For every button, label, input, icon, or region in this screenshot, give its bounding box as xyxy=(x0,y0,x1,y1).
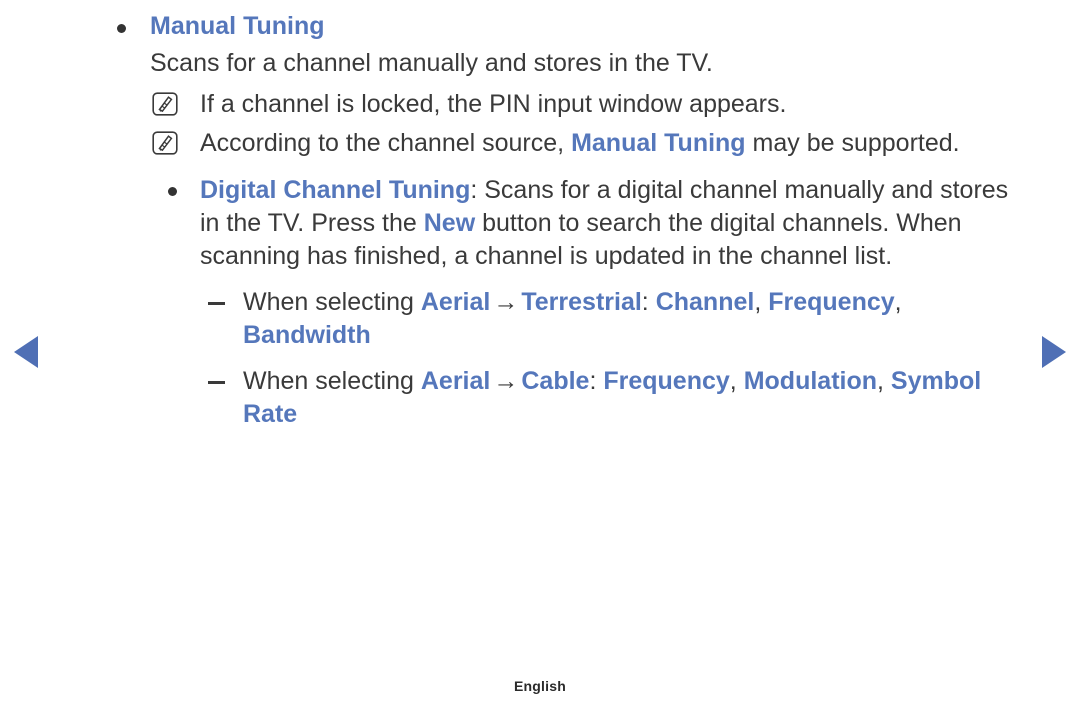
digital-channel-tuning-term: Digital Channel Tuning xyxy=(200,176,471,204)
next-page-arrow-icon[interactable] xyxy=(1042,336,1066,368)
sub-item-colon: : xyxy=(641,288,649,316)
section-description: Scans for a channel manually and stores … xyxy=(150,49,713,77)
sub-item-source-aerial: Aerial xyxy=(420,288,491,316)
manual-content: Manual Tuning Scans for a channel manual… xyxy=(108,8,1028,431)
section-heading-row: Manual Tuning xyxy=(108,8,1028,45)
sub-item-source-aerial: Aerial xyxy=(420,367,491,395)
dash-mark-icon xyxy=(208,381,225,384)
note-pencil-icon xyxy=(152,130,178,155)
sub-item-cable: When selecting Aerial → Cable: Frequency, … xyxy=(108,365,1028,431)
sub-item-field-modulation: Modulation xyxy=(743,367,878,395)
digital-emphasis-new: New xyxy=(423,209,476,237)
sub-item-prefix: When selecting xyxy=(243,367,421,395)
sub-item-field-bandwidth: Bandwidth xyxy=(243,321,371,349)
digital-channel-tuning-item: Digital Channel Tuning: Scans for a digi… xyxy=(108,174,1028,273)
sub-item-field-frequency: Frequency xyxy=(768,288,895,316)
note-text-after: may be supported. xyxy=(752,129,960,157)
note-text-before: According to the channel source, xyxy=(200,129,572,157)
dash-mark-icon xyxy=(208,302,225,305)
sub-item-mode-cable: Cable xyxy=(521,367,590,395)
sub-item-field-frequency: Frequency xyxy=(603,367,730,395)
note-row: According to the channel source, Manual … xyxy=(108,126,1028,160)
note-text: If a channel is locked, the PIN input wi… xyxy=(200,90,787,118)
bullet-dot-icon xyxy=(168,187,177,196)
sub-item-mode-terrestrial: Terrestrial xyxy=(521,288,642,316)
note-row: If a channel is locked, the PIN input wi… xyxy=(108,87,1028,121)
arrow-right-icon: → xyxy=(493,367,519,395)
note-pencil-icon xyxy=(152,91,178,116)
sub-item-field-channel: Channel xyxy=(655,288,755,316)
section-heading: Manual Tuning xyxy=(150,12,325,40)
manual-page: Manual Tuning Scans for a channel manual… xyxy=(0,0,1080,705)
footer-language: English xyxy=(514,678,566,694)
previous-page-arrow-icon[interactable] xyxy=(14,336,38,368)
sub-item-terrestrial: When selecting Aerial → Terrestrial: Chann… xyxy=(108,286,1028,352)
bullet-dot-icon xyxy=(117,24,126,33)
arrow-right-icon: → xyxy=(493,288,519,316)
sub-item-prefix: When selecting xyxy=(243,288,421,316)
note-emphasis-manual-tuning: Manual Tuning xyxy=(571,129,746,157)
